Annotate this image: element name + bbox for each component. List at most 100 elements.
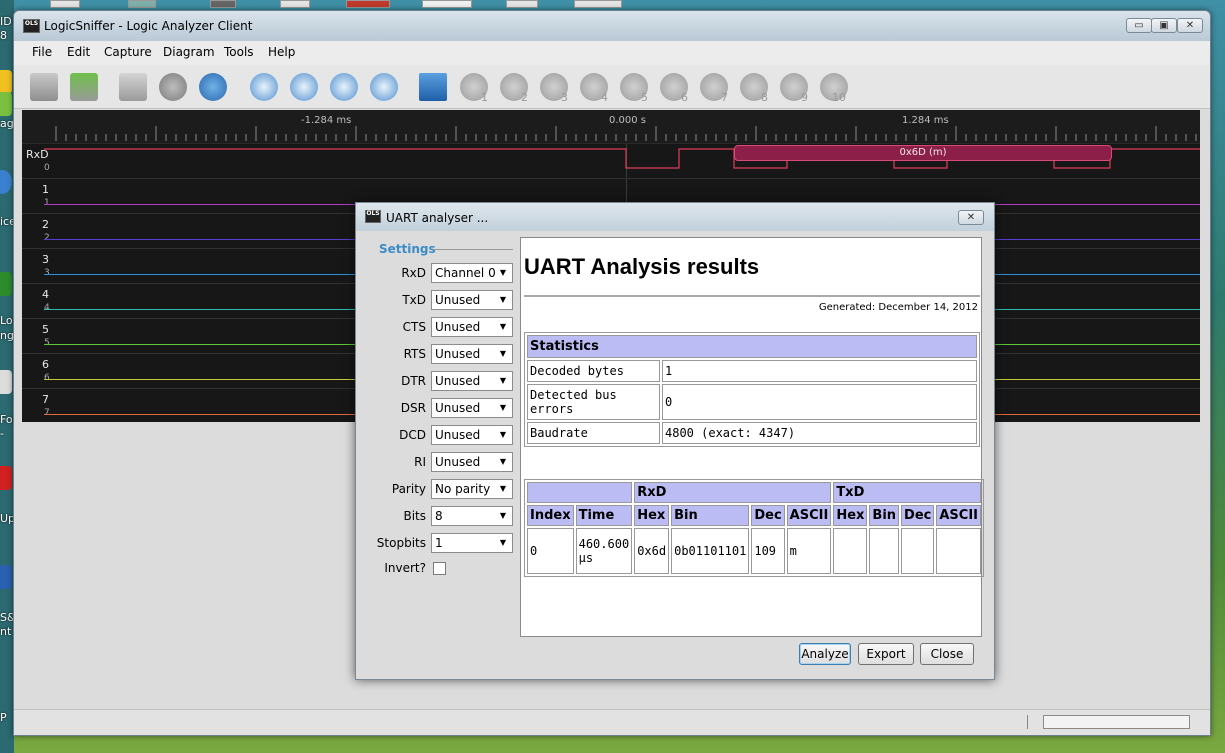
desktop-window-edge: [210, 0, 236, 8]
desktop-shortcut-icon[interactable]: [0, 70, 12, 94]
open-file-icon[interactable]: [30, 73, 58, 101]
channel-row-rxd[interactable]: RxD 0 0x6D (m): [22, 144, 1200, 179]
cell-tx-ascii: [936, 528, 981, 574]
maximize-button[interactable]: ▣: [1151, 18, 1177, 33]
rts-select[interactable]: Unused ▼: [431, 344, 513, 364]
marker-number: 4: [601, 91, 608, 104]
menu-edit[interactable]: Edit: [67, 45, 90, 59]
close-button[interactable]: ✕: [1177, 18, 1203, 33]
ri-select[interactable]: Unused ▼: [431, 452, 513, 472]
bits-select[interactable]: 8 ▼: [431, 506, 513, 526]
dropdown-arrow-icon: ▼: [499, 511, 507, 520]
cancel-icon[interactable]: [159, 73, 187, 101]
close-dialog-button[interactable]: Close: [920, 643, 974, 665]
zoom-all-icon[interactable]: [370, 73, 398, 101]
save-download-icon[interactable]: [70, 73, 98, 101]
zoom-out-icon[interactable]: [290, 73, 318, 101]
marker-number: 1: [481, 91, 488, 104]
window-title: LogicSniffer - Logic Analyzer Client: [44, 19, 253, 33]
setting-label-ri: RI: [414, 455, 426, 469]
dtr-select[interactable]: Unused ▼: [431, 371, 513, 391]
invert-checkbox[interactable]: [433, 562, 446, 575]
export-button[interactable]: Export: [858, 643, 914, 665]
setting-label-dcd: DCD: [399, 428, 426, 442]
dropdown-arrow-icon: ▼: [499, 457, 507, 466]
marker-number: 8: [761, 91, 768, 104]
channel-index: 1: [44, 198, 50, 208]
empty-group-header: [527, 482, 633, 503]
dropdown-arrow-icon: ▼: [499, 376, 507, 385]
desktop-window-edge: [422, 0, 472, 8]
channel-index: 2: [44, 233, 50, 243]
menu-diagram[interactable]: Diagram: [163, 45, 215, 59]
desktop-icon-label: -: [0, 427, 4, 440]
zoom-in-icon[interactable]: [250, 73, 278, 101]
time-ruler[interactable]: -1.284 ms 0.000 s 1.284 ms: [22, 110, 1200, 144]
channel-label: 5: [42, 323, 49, 336]
marker-number: 9: [801, 91, 808, 104]
channel-index: 7: [44, 408, 50, 418]
status-progress-bar: [1043, 715, 1190, 729]
dropdown-arrow-icon: ▼: [499, 295, 507, 304]
results-panel[interactable]: UART Analysis results Generated: Decembe…: [520, 237, 984, 637]
setting-label-stopbits: Stopbits: [376, 536, 426, 550]
table-row: 0 460.600 µs 0x6d 0b01101101 109 m: [527, 528, 981, 574]
select-value: 1: [435, 536, 443, 550]
rxd-select[interactable]: Channel 0 ▼: [431, 263, 513, 283]
minimize-button[interactable]: ▭: [1126, 18, 1152, 33]
desktop-shortcut-icon[interactable]: [0, 565, 12, 589]
refresh-icon[interactable]: [199, 73, 227, 101]
desktop-shortcut-icon[interactable]: [0, 370, 12, 394]
desktop-icon-label: nt: [0, 625, 12, 638]
menu-tools[interactable]: Tools: [224, 45, 254, 59]
channel-label: 6: [42, 358, 49, 371]
desktop-window-edge: [574, 0, 622, 8]
channel-label: 1: [42, 183, 49, 196]
cell-rx-bin: 0b01101101: [671, 528, 750, 574]
menu-capture[interactable]: Capture: [104, 45, 152, 59]
channel-index: 6: [44, 373, 50, 383]
column-header: Dec: [751, 505, 785, 526]
dropdown-arrow-icon: ▼: [499, 484, 507, 493]
dialog-close-icon[interactable]: ✕: [958, 210, 984, 225]
analyze-button[interactable]: Analyze: [799, 643, 851, 665]
decoded-annotation[interactable]: 0x6D (m): [734, 145, 1112, 161]
dsr-select[interactable]: Unused ▼: [431, 398, 513, 418]
app-logo-icon: OLS: [23, 19, 40, 33]
dialog-title: UART analyser ...: [386, 211, 489, 225]
dcd-select[interactable]: Unused ▼: [431, 425, 513, 445]
dialog-titlebar[interactable]: OLS UART analyser ... ✕: [356, 203, 994, 231]
repeat-capture-icon[interactable]: [119, 73, 147, 101]
txd-select[interactable]: Unused ▼: [431, 290, 513, 310]
desktop-window-edge: [128, 0, 156, 8]
menu-help[interactable]: Help: [268, 45, 295, 59]
dropdown-arrow-icon: ▼: [499, 322, 507, 331]
select-value: Channel 0: [435, 266, 496, 280]
window-titlebar[interactable]: OLS LogicSniffer - Logic Analyzer Client…: [14, 11, 1210, 41]
select-value: No parity: [435, 482, 491, 496]
desktop-shortcut-icon[interactable]: [0, 272, 12, 296]
menu-bar: File Edit Capture Diagram Tools Help: [14, 41, 1210, 65]
marker-number: 3: [561, 91, 568, 104]
desktop-window-edge: [50, 0, 80, 8]
results-title: UART Analysis results: [524, 254, 760, 279]
status-separator: [1027, 715, 1028, 729]
desktop-shortcut-icon[interactable]: [0, 92, 12, 116]
statistics-table: Statistics Decoded bytes 1 Detected bus …: [524, 332, 980, 447]
desktop-icon-label: Lo: [0, 314, 13, 327]
column-header: Hex: [833, 505, 868, 526]
home-icon[interactable]: [419, 73, 447, 101]
stopbits-select[interactable]: 1 ▼: [431, 533, 513, 553]
marker-number: 7: [721, 91, 728, 104]
table-row: Detected bus errors 0: [527, 384, 977, 420]
settings-heading: Settings: [379, 242, 436, 256]
channel-label: 4: [42, 288, 49, 301]
zoom-original-icon[interactable]: [330, 73, 358, 101]
cell-rx-hex: 0x6d: [634, 528, 670, 574]
cts-select[interactable]: Unused ▼: [431, 317, 513, 337]
invert-label: Invert?: [384, 561, 426, 575]
channel-label: 3: [42, 253, 49, 266]
desktop-shortcut-icon[interactable]: [0, 466, 12, 490]
parity-select[interactable]: No parity ▼: [431, 479, 513, 499]
menu-file[interactable]: File: [32, 45, 52, 59]
